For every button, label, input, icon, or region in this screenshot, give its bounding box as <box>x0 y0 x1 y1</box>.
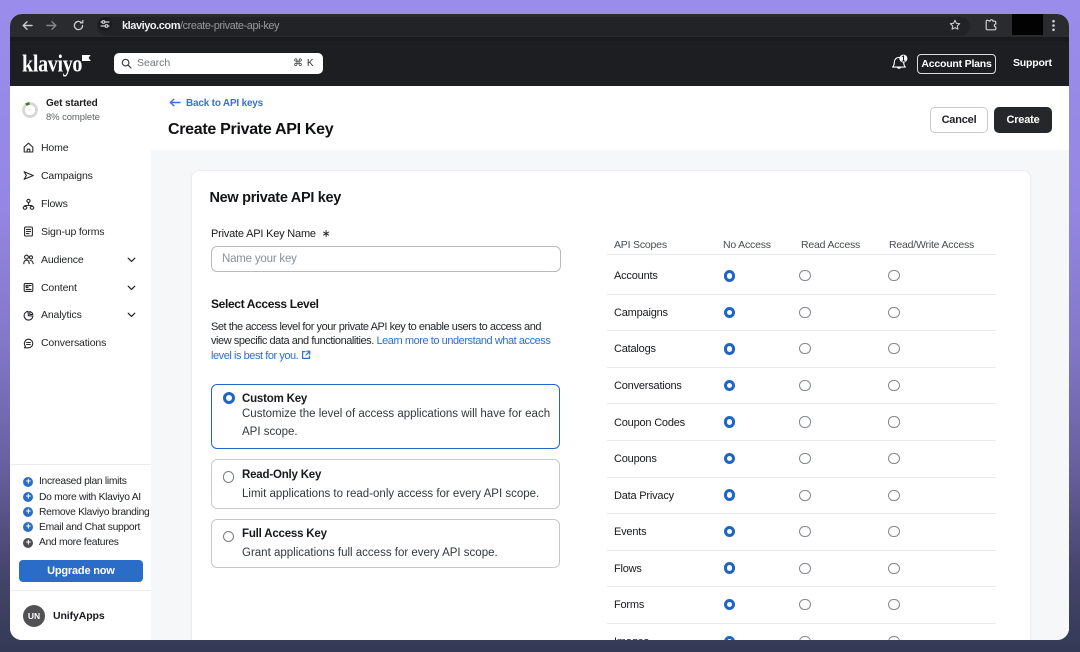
svg-text:1: 1 <box>901 54 906 63</box>
